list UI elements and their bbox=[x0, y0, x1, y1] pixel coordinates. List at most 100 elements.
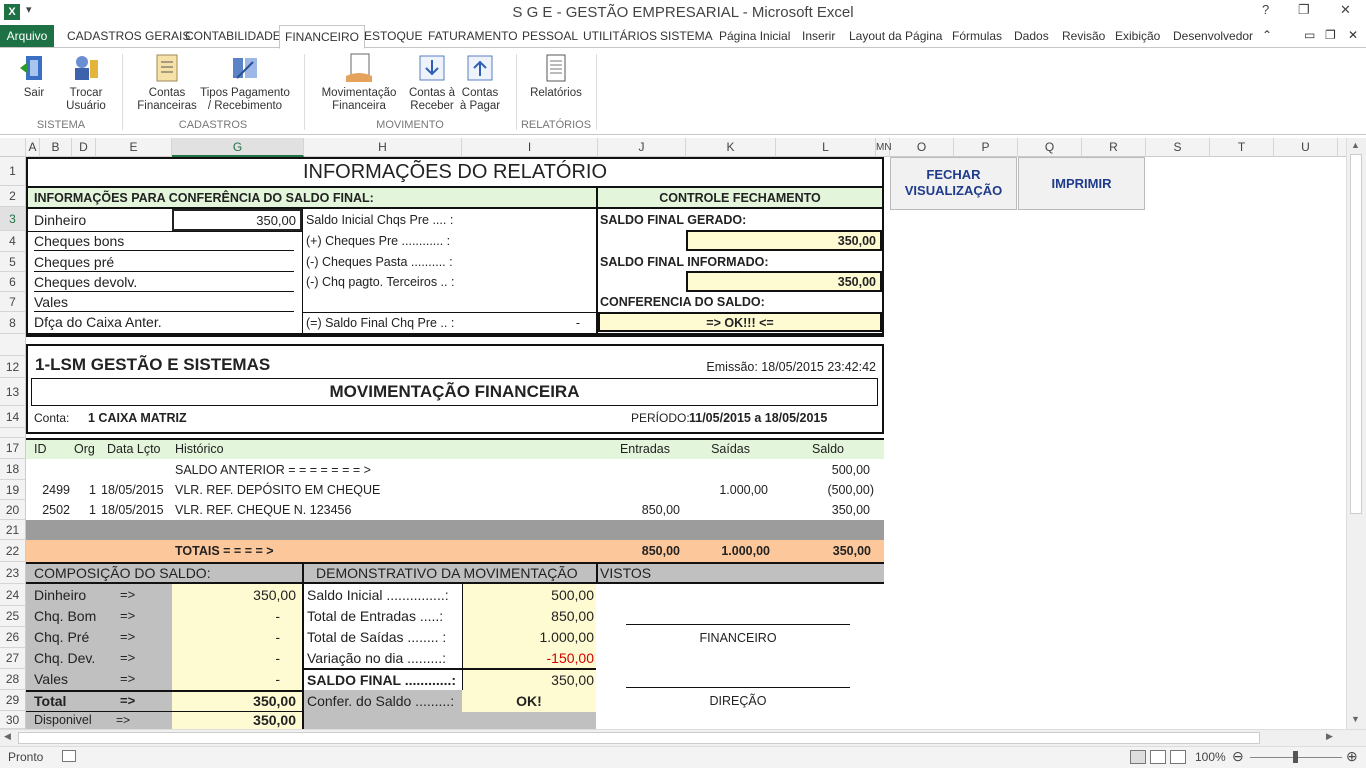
fechar-visualizacao-button[interactable]: FECHAR VISUALIZAÇÃO bbox=[890, 157, 1017, 210]
col-header[interactable]: G bbox=[172, 138, 304, 157]
row-header[interactable]: 8 bbox=[0, 312, 26, 334]
row-header[interactable]: 28 bbox=[0, 669, 26, 690]
col-header[interactable]: R bbox=[1082, 138, 1146, 157]
col-header[interactable]: I bbox=[462, 138, 598, 157]
macro-record-icon[interactable] bbox=[62, 750, 76, 762]
input-dinheiro[interactable]: 350,00 bbox=[172, 209, 302, 231]
scroll-up-icon[interactable]: ▲ bbox=[1351, 140, 1360, 150]
row-header[interactable]: 3 bbox=[0, 207, 26, 231]
relatorios-button[interactable]: Relatórios bbox=[527, 52, 585, 100]
table-row-historico: VLR. REF. CHEQUE N. 123456 bbox=[175, 503, 352, 517]
tab-sistema[interactable]: SISTEMA bbox=[660, 29, 713, 43]
row-header[interactable]: 12 bbox=[0, 356, 26, 378]
row-header[interactable]: 20 bbox=[0, 500, 26, 520]
col-header[interactable]: MN bbox=[876, 138, 892, 157]
normal-view-icon[interactable] bbox=[1130, 750, 1146, 764]
tab-cadastros-gerais[interactable]: CADASTROS GERAIS bbox=[67, 29, 190, 43]
col-header[interactable]: S bbox=[1146, 138, 1210, 157]
row-header[interactable]: 2 bbox=[0, 186, 26, 207]
tab-arquivo[interactable]: Arquivo bbox=[0, 25, 54, 48]
row-header[interactable]: 29 bbox=[0, 690, 26, 711]
close-workbook-icon[interactable]: ✕ bbox=[1348, 28, 1358, 42]
row-header[interactable]: 4 bbox=[0, 231, 26, 252]
scroll-down-icon[interactable]: ▼ bbox=[1351, 714, 1360, 724]
tab-pagina-inicial[interactable]: Página Inicial bbox=[719, 29, 790, 43]
horizontal-scroll-thumb[interactable] bbox=[18, 732, 1260, 744]
movimentacao-financeira-button[interactable]: Movimentação Financeira bbox=[318, 52, 400, 113]
group-separator bbox=[596, 54, 597, 130]
tab-layout-pagina[interactable]: Layout da Página bbox=[849, 29, 942, 43]
col-header[interactable]: E bbox=[96, 138, 172, 157]
tab-utilitarios[interactable]: UTILITÁRIOS bbox=[583, 29, 657, 43]
help-icon[interactable]: ? bbox=[1262, 2, 1269, 17]
col-header[interactable]: Q bbox=[1018, 138, 1082, 157]
col-header[interactable]: B bbox=[40, 138, 72, 157]
row-header[interactable]: 17 bbox=[0, 438, 26, 459]
tab-contabilidade[interactable]: CONTABILIDADE bbox=[185, 29, 281, 43]
row-header[interactable]: 23 bbox=[0, 562, 26, 584]
col-header[interactable]: K bbox=[686, 138, 776, 157]
col-header[interactable]: O bbox=[890, 138, 954, 157]
imprimir-button[interactable]: IMPRIMIR bbox=[1018, 157, 1145, 210]
trocar-usuario-button[interactable]: Trocar Usuário bbox=[62, 52, 110, 113]
restore-workbook-icon[interactable]: ❐ bbox=[1325, 28, 1336, 42]
horizontal-scrollbar[interactable]: ◀ ▶ bbox=[0, 729, 1366, 746]
row-header[interactable]: 22 bbox=[0, 540, 26, 562]
user-keys-icon bbox=[70, 52, 102, 84]
page-break-view-icon[interactable] bbox=[1170, 750, 1186, 764]
row-header[interactable]: 25 bbox=[0, 606, 26, 627]
page-layout-view-icon[interactable] bbox=[1150, 750, 1166, 764]
collapse-ribbon-icon[interactable]: ⌃ bbox=[1262, 28, 1272, 42]
tab-exibicao[interactable]: Exibição bbox=[1115, 29, 1160, 43]
col-header[interactable]: A bbox=[26, 138, 40, 157]
contas-receber-button[interactable]: Contas à Receber bbox=[408, 52, 456, 113]
row-header[interactable]: 27 bbox=[0, 648, 26, 669]
row-header[interactable]: 26 bbox=[0, 627, 26, 648]
close-window-icon[interactable]: ✕ bbox=[1340, 2, 1351, 18]
comp-total-arrow: => bbox=[120, 693, 136, 708]
col-header[interactable]: P bbox=[954, 138, 1018, 157]
tab-dados[interactable]: Dados bbox=[1014, 29, 1049, 43]
divider bbox=[28, 333, 882, 335]
tab-revisao[interactable]: Revisão bbox=[1062, 29, 1105, 43]
row-header[interactable]: 21 bbox=[0, 520, 26, 540]
tab-inserir[interactable]: Inserir bbox=[802, 29, 835, 43]
vertical-scroll-thumb[interactable] bbox=[1350, 154, 1362, 514]
tab-formulas[interactable]: Fórmulas bbox=[952, 29, 1002, 43]
row-header[interactable]: 13 bbox=[0, 378, 26, 406]
col-header[interactable]: J bbox=[598, 138, 686, 157]
restore-window-icon[interactable]: ❐ bbox=[1298, 2, 1310, 18]
vertical-scrollbar[interactable]: ▲ ▼ bbox=[1346, 138, 1366, 730]
scroll-right-icon[interactable]: ▶ bbox=[1326, 731, 1333, 742]
col-header[interactable]: T bbox=[1210, 138, 1274, 157]
tab-faturamento[interactable]: FATURAMENTO bbox=[428, 29, 518, 43]
scroll-left-icon[interactable]: ◀ bbox=[4, 731, 11, 742]
row-header[interactable]: 30 bbox=[0, 711, 26, 729]
col-header[interactable]: L bbox=[776, 138, 876, 157]
select-all-corner[interactable] bbox=[0, 138, 26, 157]
row-header[interactable]: 6 bbox=[0, 272, 26, 292]
row-header[interactable]: 19 bbox=[0, 480, 26, 500]
minimize-workbook-icon[interactable]: ▭ bbox=[1304, 28, 1315, 42]
col-header[interactable]: D bbox=[72, 138, 96, 157]
row-header[interactable]: 18 bbox=[0, 459, 26, 480]
col-header[interactable]: U bbox=[1274, 138, 1338, 157]
sair-button[interactable]: Sair bbox=[14, 52, 54, 100]
row-header[interactable]: 7 bbox=[0, 292, 26, 312]
tab-financeiro[interactable]: FINANCEIRO bbox=[279, 25, 366, 49]
zoom-level[interactable]: 100% bbox=[1195, 750, 1226, 764]
tab-estoque[interactable]: ESTOQUE bbox=[364, 29, 422, 43]
contas-pagar-button[interactable]: Contas à Pagar bbox=[458, 52, 502, 113]
tab-desenvolvedor[interactable]: Desenvolvedor bbox=[1173, 29, 1253, 43]
zoom-in-icon[interactable]: ⊕ bbox=[1346, 748, 1358, 765]
row-header[interactable]: 14 bbox=[0, 406, 26, 428]
zoom-slider-thumb[interactable] bbox=[1293, 751, 1298, 763]
row-header[interactable]: 1 bbox=[0, 157, 26, 186]
tipos-pagamento-button[interactable]: Tipos Pagamento / Recebimento bbox=[199, 52, 291, 113]
row-header[interactable]: 5 bbox=[0, 252, 26, 272]
tab-pessoal[interactable]: PESSOAL bbox=[522, 29, 578, 43]
row-header[interactable]: 24 bbox=[0, 584, 26, 606]
col-header[interactable]: H bbox=[304, 138, 462, 157]
zoom-out-icon[interactable]: ⊖ bbox=[1232, 748, 1244, 765]
contas-financeiras-button[interactable]: Contas Financeiras bbox=[135, 52, 199, 113]
